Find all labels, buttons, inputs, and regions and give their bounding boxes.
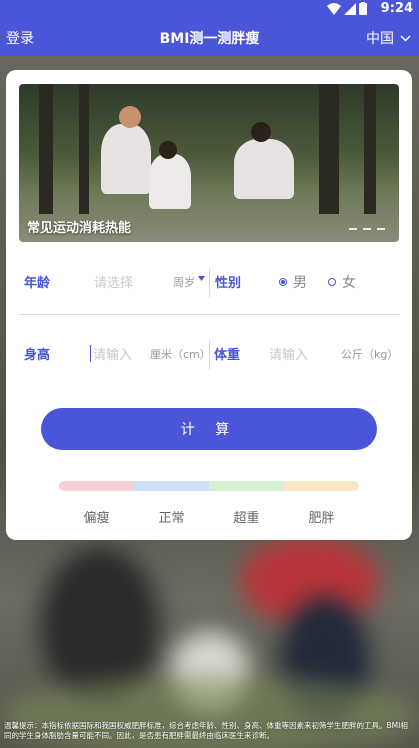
scale-label-obese: 肥胖 [308,511,335,526]
battery-icon [359,2,367,15]
scale-label-underweight: 偏瘦 [83,511,110,526]
scale-label-overweight: 超重 [233,511,260,526]
runner-head [251,122,271,142]
divider [209,340,210,370]
language-label: 中国 [366,31,394,47]
age-select[interactable]: 请选择 [94,272,133,291]
signal-icon [344,2,356,15]
runner-head [159,141,177,159]
weight-unit: 公斤（kg） [341,348,399,361]
radio-selected-icon [279,278,287,286]
gender-female-radio[interactable]: 女 [328,272,356,292]
height-input[interactable]: 请输入 [93,344,132,363]
row-divider [19,314,399,315]
banner-pagination [349,228,385,230]
age-label: 年龄 [24,276,51,291]
banner-caption: 常见运动消耗热能 [27,221,132,236]
status-bar: 9:24 [0,0,419,18]
language-selector[interactable]: 中国 [366,28,411,48]
wifi-icon [327,2,341,15]
disclaimer-text: 温馨提示：本指标依据国际和我国权威肥胖标准，综合考虑年龄、性别、身高、体重等因素… [4,721,408,740]
pagination-dot[interactable] [377,228,385,230]
divider [209,268,210,298]
age-gender-row: 年龄 请选择 周岁 性别 男 女 [19,260,399,300]
scale-label-normal: 正常 [158,511,185,526]
text-cursor [90,345,91,362]
calculate-button[interactable]: 计 算 [41,408,377,450]
runner-figure [101,124,151,194]
age-unit: 周岁 [173,276,195,289]
gender-male-radio[interactable]: 男 [279,272,307,292]
gender-male-label: 男 [293,275,307,291]
pagination-dot[interactable] [349,228,357,230]
runner-figure [149,154,191,209]
bmi-scale-legend: 偏瘦 正常 超重 肥胖 [59,507,359,526]
dropdown-triangle-icon[interactable] [198,276,205,281]
bmi-scale-bar [59,481,359,491]
height-unit: 厘米（cm） [150,348,211,361]
weight-input[interactable]: 请输入 [269,344,308,363]
runner-figure [234,139,294,199]
app-bar: 登录 BMI测一测胖瘦 中国 [0,18,419,56]
chevron-down-icon [400,34,411,42]
scale-segment-underweight [59,481,134,491]
scale-segment-overweight [209,481,284,491]
pagination-dot[interactable] [363,228,371,230]
tree-shape [79,84,89,214]
banner-image[interactable]: 常见运动消耗热能 [19,84,399,242]
gender-label: 性别 [215,276,242,291]
runner-head [119,106,141,128]
page-title: BMI测一测胖瘦 [159,31,260,47]
height-label: 身高 [24,348,51,363]
height-weight-row: 身高 请输入 厘米（cm） 体重 请输入 公斤（kg） [19,332,399,372]
status-icons [327,2,367,15]
scale-segment-obese [284,481,359,491]
scale-segment-normal [134,481,209,491]
tree-shape [319,84,339,214]
tree-shape [364,84,376,214]
tree-shape [39,84,53,214]
status-time: 9:24 [380,1,413,16]
gender-female-label: 女 [342,275,356,291]
radio-unselected-icon [328,278,336,286]
bmi-card: 常见运动消耗热能 年龄 请选择 周岁 性别 男 女 身高 请输入 厘米（cm） … [6,70,412,540]
weight-label: 体重 [214,348,241,363]
